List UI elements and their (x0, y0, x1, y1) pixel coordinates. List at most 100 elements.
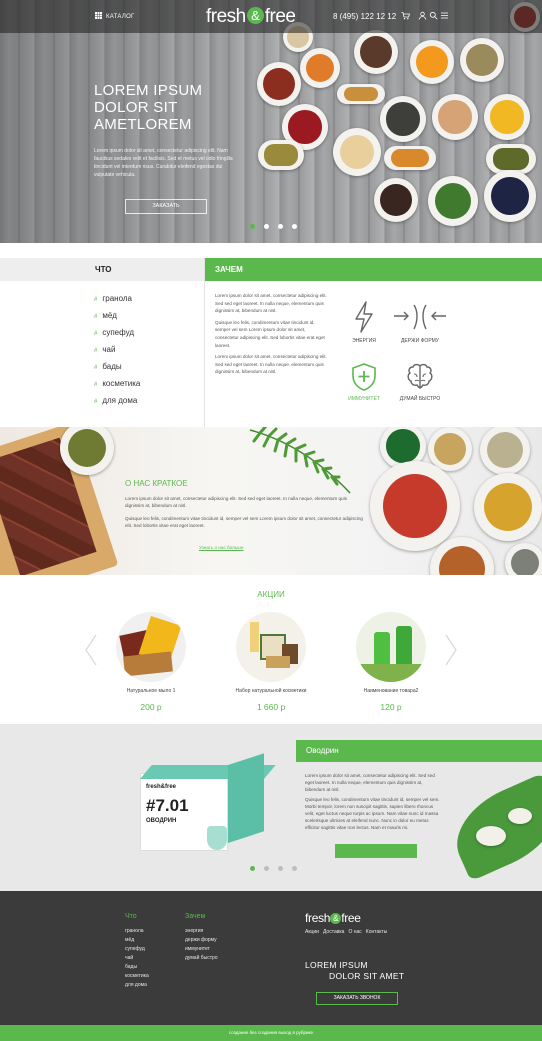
why-paragraph: Quisque leo felis, condimentum vitae tin… (215, 319, 325, 348)
footer-slogan-line: LOREM IPSUM (305, 960, 368, 970)
fern-leaf-image (249, 427, 351, 494)
bowl-image (480, 427, 530, 475)
order-call-button[interactable]: ЗАКАЗАТЬ ЗВОНОК (316, 992, 398, 1005)
jar-image (476, 826, 506, 846)
what-item-label: мёд (102, 311, 117, 320)
footer-link[interactable]: для дома (125, 981, 149, 990)
what-item[interactable]: # мёд (94, 308, 204, 325)
footer-link[interactable]: держи форму (185, 936, 218, 945)
about-paragraph: Lorem ipsum dolor sit amet, consectetur … (125, 496, 347, 509)
product-price: 200 р (140, 702, 162, 712)
bowl-image (484, 94, 530, 140)
footer-link[interactable]: думай быстро (185, 954, 218, 963)
slider-dot[interactable] (250, 866, 255, 871)
footer-slogan: LOREM IPSUM DOLOR SIT AMET (305, 960, 404, 982)
ovodrin-paragraph: Quisque leo felis, condimentum vitae tin… (305, 797, 440, 830)
feature-label: ЭНЕРГИЯ (352, 338, 376, 344)
footer-logo[interactable]: fresh & free (305, 911, 361, 925)
what-item[interactable]: # бады (94, 359, 204, 376)
footer-link[interactable]: косметика (125, 972, 149, 981)
box-front: fresh&free #7.01 ОВОДРИН (140, 773, 228, 851)
search-icon[interactable] (429, 11, 438, 20)
what-item-label: чай (102, 345, 116, 354)
hero-text: Lorem ipsum dolor sit amet, consectetur … (94, 148, 233, 178)
box-name: ОВОДРИН (146, 818, 177, 824)
feature-shape[interactable]: ДЕРЖИ ФОРМУ (392, 303, 448, 344)
footer-link[interactable]: мёд (125, 936, 149, 945)
bowl-image (370, 461, 460, 551)
product-price: 1 660 р (256, 702, 286, 712)
bowl-image (300, 48, 340, 88)
footer-link[interactable]: супефуд (125, 945, 149, 954)
bowl-image (380, 96, 426, 142)
footer-link[interactable]: гранола (125, 927, 149, 936)
footer-nav-link[interactable]: О нас (348, 929, 361, 935)
logo-text: free (264, 6, 296, 27)
what-item[interactable]: # супефуд (94, 325, 204, 342)
what-item[interactable]: # чай (94, 342, 204, 359)
footer-col-title: Что (125, 913, 137, 920)
hash-mark: # (94, 314, 98, 320)
menu-icon[interactable] (440, 11, 449, 20)
what-item-label: супефуд (102, 328, 135, 337)
product-image[interactable] (236, 612, 306, 682)
why-paragraph: Lorem ipsum dolor sit amet, consectetur … (215, 293, 327, 314)
ovodrin-button[interactable] (335, 844, 417, 858)
about-paragraph: Quisque leo felis, condimentum vitae tin… (125, 515, 363, 529)
footer-link[interactable]: бады (125, 963, 149, 972)
product-name[interactable]: Наименование товара2 (321, 688, 461, 694)
product-name[interactable]: Натуральное мыло 1 (81, 688, 221, 694)
bowl-image (428, 427, 472, 471)
product-image[interactable] (356, 612, 426, 682)
bowl-image (337, 84, 385, 104)
feature-energy[interactable]: ЭНЕРГИЯ (339, 300, 389, 344)
phone-number[interactable]: 8 (495) 122 12 12 (333, 12, 396, 21)
product-image[interactable] (116, 612, 186, 682)
cart-icon[interactable] (401, 11, 411, 20)
shield-icon (207, 826, 227, 850)
logo-text: fresh (206, 6, 246, 27)
logo[interactable]: fresh & free (206, 6, 296, 28)
chevron-right-icon[interactable] (444, 634, 458, 666)
footer-link[interactable]: чай (125, 954, 149, 963)
footer-nav-link[interactable]: Контакты (366, 929, 388, 935)
ovodrin-paragraph: Lorem ipsum dolor sit amet, consectetur … (305, 773, 435, 792)
hash-mark: # (94, 365, 98, 371)
bowl-image (474, 473, 542, 541)
hash-mark: # (94, 297, 98, 303)
footer-nav-link[interactable]: Доставка (323, 929, 344, 935)
footer-link[interactable]: иммунитет (185, 945, 218, 954)
slider-dot[interactable] (250, 224, 255, 229)
footer-nav-link[interactable]: Акции (305, 929, 319, 935)
catalog-button[interactable]: КАТАЛОГ (95, 12, 135, 21)
box-brand: fresh&free (146, 784, 177, 790)
bowl-image (333, 128, 381, 176)
slider-dot[interactable] (278, 866, 283, 871)
why-text: Lorem ipsum dolor sit amet, consectetur … (215, 292, 330, 376)
bowl-image (354, 30, 398, 74)
slider-dot[interactable] (264, 866, 269, 871)
footer-link[interactable]: энергия (185, 927, 218, 936)
bowl-image (258, 140, 304, 170)
hash-mark: # (94, 399, 98, 405)
what-item[interactable]: # для дома (94, 393, 204, 410)
slider-dot[interactable] (292, 224, 297, 229)
ovodrin-box-image[interactable]: fresh&free #7.01 ОВОДРИН (140, 753, 276, 853)
what-item[interactable]: # гранола (94, 291, 204, 308)
user-icon[interactable] (418, 11, 427, 20)
feature-immunity[interactable]: ИММУНИТЕТ (339, 362, 389, 402)
what-section: ЧТО # гранола # мёд # супефуд # чай # бады # к… (0, 258, 205, 427)
jar-image (508, 808, 532, 824)
about-more-link[interactable]: Узнать о нас больше (199, 545, 243, 550)
bottle-shape (396, 626, 412, 666)
slider-dot[interactable] (292, 866, 297, 871)
slider-dot[interactable] (264, 224, 269, 229)
chevron-left-icon[interactable] (84, 634, 98, 666)
product-name[interactable]: Набор натуральной косметики (201, 688, 341, 694)
about-title: О НАС КРАТКОЕ (125, 479, 188, 488)
logo-text: fresh (305, 911, 331, 925)
feature-brain[interactable]: ДУМАЙ БЫСТРО (395, 362, 445, 402)
slider-dot[interactable] (278, 224, 283, 229)
what-item[interactable]: # косметика (94, 376, 204, 393)
hero-order-button[interactable]: ЗАКАЗАТЬ (125, 199, 207, 214)
